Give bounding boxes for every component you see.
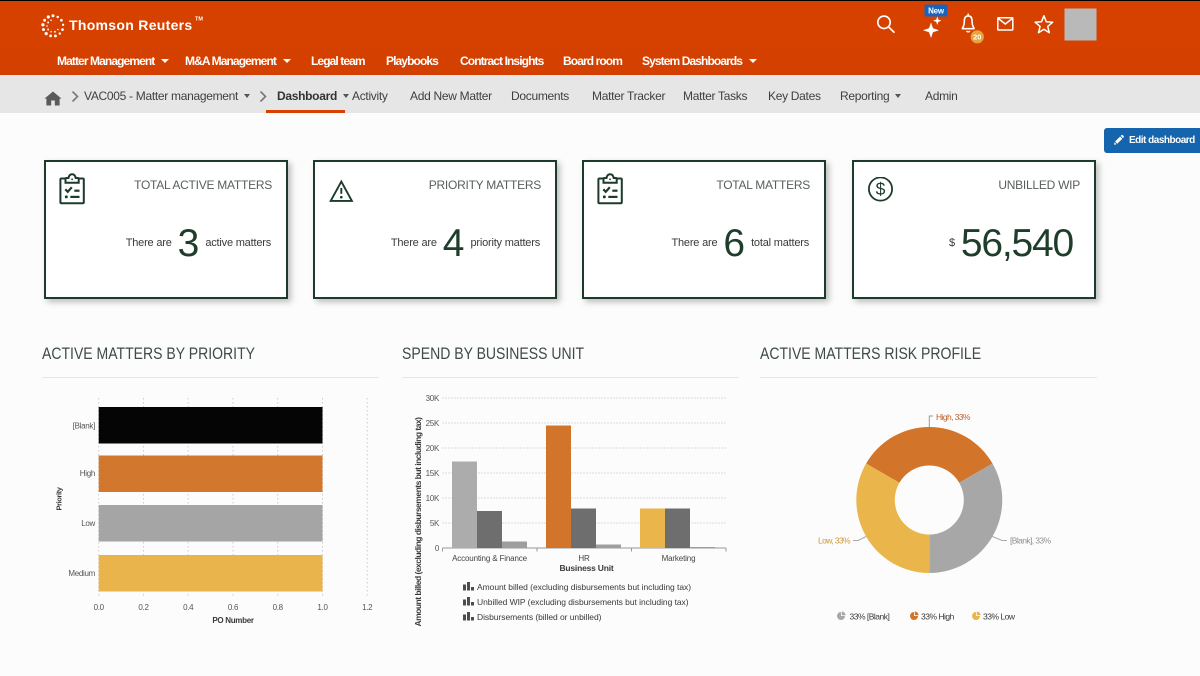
- svg-text:Accounting & Finance: Accounting & Finance: [452, 554, 528, 563]
- svg-text:30K: 30K: [426, 394, 440, 403]
- svg-text:1.2: 1.2: [362, 603, 373, 612]
- svg-text:20: 20: [973, 33, 981, 42]
- svg-text:0.6: 0.6: [228, 603, 239, 612]
- svg-text:25K: 25K: [426, 419, 440, 428]
- svg-text:New: New: [928, 7, 945, 16]
- svg-text:10K: 10K: [426, 494, 440, 503]
- svg-text:Unbilled WIP (excluding disbur: Unbilled WIP (excluding disbursements bu…: [477, 597, 689, 607]
- svg-text:0.8: 0.8: [273, 603, 284, 612]
- svg-text:Low, 33%: Low, 33%: [818, 536, 851, 546]
- svg-text:1.0: 1.0: [317, 603, 328, 612]
- svg-text:Amount billed (excluding disbu: Amount billed (excluding disbursements b…: [477, 582, 691, 592]
- svg-text:Disbursements (billed or unbil: Disbursements (billed or unbilled): [477, 612, 602, 622]
- svg-text:Amount billed (excluding disbu: Amount billed (excluding disbursements b…: [413, 417, 423, 627]
- svg-text:[Blank], 33%: [Blank], 33%: [1010, 536, 1052, 546]
- svg-text:0.0: 0.0: [94, 603, 105, 612]
- svg-text:0.4: 0.4: [183, 603, 194, 612]
- svg-text:33% [Blank]: 33% [Blank]: [850, 612, 890, 622]
- svg-text:HR: HR: [578, 554, 590, 563]
- svg-text:High, 33%: High, 33%: [936, 412, 971, 422]
- svg-text:15K: 15K: [426, 469, 440, 478]
- svg-text:20K: 20K: [426, 444, 440, 453]
- svg-text:PO Number: PO Number: [212, 616, 253, 625]
- svg-text:0: 0: [435, 544, 440, 553]
- svg-text:33% Low: 33% Low: [983, 612, 1016, 622]
- svg-text:Business Unit: Business Unit: [559, 563, 613, 573]
- svg-text:Low: Low: [81, 519, 95, 528]
- svg-text:[Blank]: [Blank]: [73, 422, 95, 431]
- svg-text:Marketing: Marketing: [662, 554, 696, 563]
- svg-text:33% High: 33% High: [921, 612, 955, 622]
- svg-text:Priority: Priority: [55, 486, 64, 510]
- svg-text:Medium: Medium: [68, 569, 95, 578]
- svg-text:0.2: 0.2: [138, 603, 149, 612]
- svg-text:5K: 5K: [430, 519, 440, 528]
- svg-text:High: High: [80, 469, 95, 478]
